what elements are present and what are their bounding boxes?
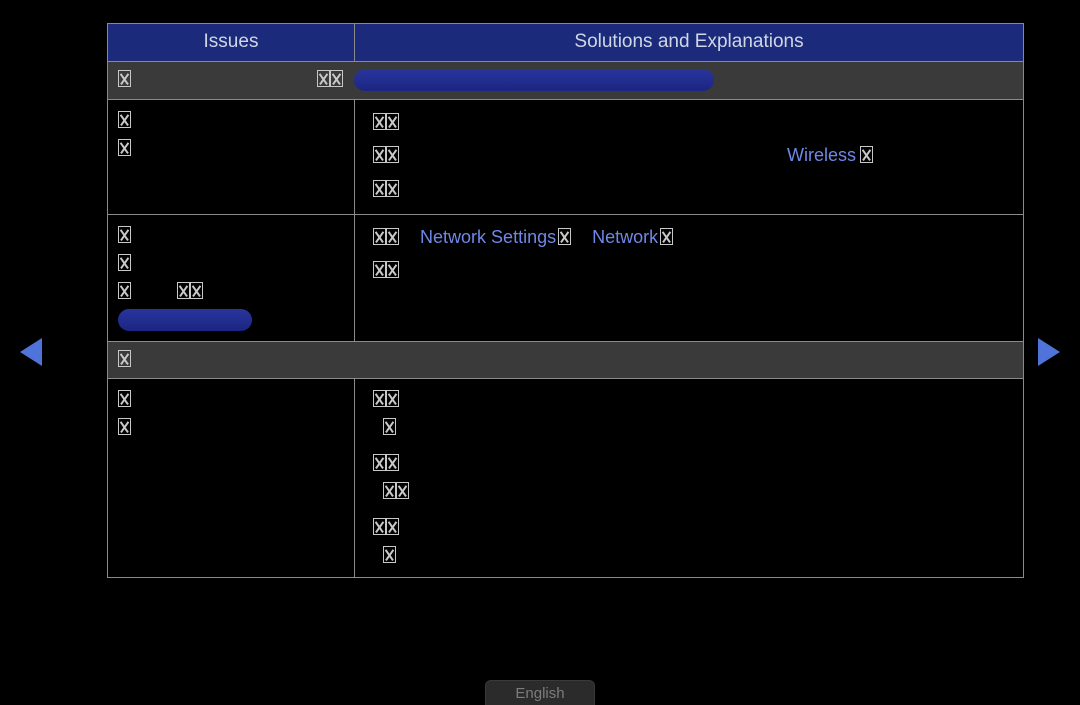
placeholder-glyph [330,70,343,87]
placeholder-glyph [383,546,396,563]
placeholder-glyph [373,261,386,278]
placeholder-glyph [386,180,399,197]
section-banner-1 [108,62,1023,100]
placeholder-glyph [373,180,386,197]
header-issues: Issues [108,24,355,62]
placeholder-glyph [118,254,131,271]
placeholder-glyph [118,226,131,243]
placeholder-glyph [373,228,386,245]
placeholder-glyph [660,228,673,245]
network-settings-link[interactable]: Network Settings [420,227,556,247]
placeholder-glyph [118,390,131,407]
issue-cell [108,215,355,342]
table-row: Wireless [108,100,1023,215]
issue-cell [108,379,355,577]
placeholder-glyph [373,390,386,407]
table-header-row: Issues Solutions and Explanations [108,24,1023,62]
placeholder-glyph [386,228,399,245]
section-banner-2 [108,342,1023,379]
placeholder-glyph [386,261,399,278]
issue-cell [108,100,355,215]
highlight-pill [354,69,714,91]
placeholder-glyph [118,282,131,299]
placeholder-glyph [118,418,131,435]
placeholder-glyph [190,282,203,299]
placeholder-glyph [118,139,131,156]
placeholder-glyph [386,518,399,535]
placeholder-glyph [386,146,399,163]
placeholder-glyph [118,111,131,128]
placeholder-glyph [373,113,386,130]
next-page-arrow[interactable] [1038,338,1060,366]
network-link[interactable]: Network [592,227,658,247]
placeholder-glyph [373,146,386,163]
placeholder-glyph [383,418,396,435]
placeholder-glyph [383,482,396,499]
wireless-link[interactable]: Wireless [787,145,856,165]
placeholder-glyph [558,228,571,245]
table-row: Network Settings Network [108,215,1023,342]
solution-cell [355,379,1023,577]
table-row [108,379,1023,577]
placeholder-glyph [396,482,409,499]
placeholder-glyph [373,454,386,471]
placeholder-glyph [118,70,131,87]
prev-page-arrow[interactable] [20,338,42,366]
triangle-right-icon [1038,338,1060,366]
placeholder-glyph [317,70,330,87]
highlight-pill [118,309,252,331]
placeholder-glyph [177,282,190,299]
solution-cell: Wireless [355,100,1023,215]
placeholder-glyph [386,113,399,130]
placeholder-glyph [386,454,399,471]
placeholder-glyph [386,390,399,407]
language-indicator[interactable]: English [485,680,595,705]
troubleshoot-table: Issues Solutions and Explanations Wirele… [107,23,1024,578]
solution-cell: Network Settings Network [355,215,1023,342]
placeholder-glyph [118,350,131,367]
placeholder-glyph [860,146,873,163]
header-solutions: Solutions and Explanations [355,24,1023,62]
placeholder-glyph [373,518,386,535]
triangle-left-icon [20,338,42,366]
